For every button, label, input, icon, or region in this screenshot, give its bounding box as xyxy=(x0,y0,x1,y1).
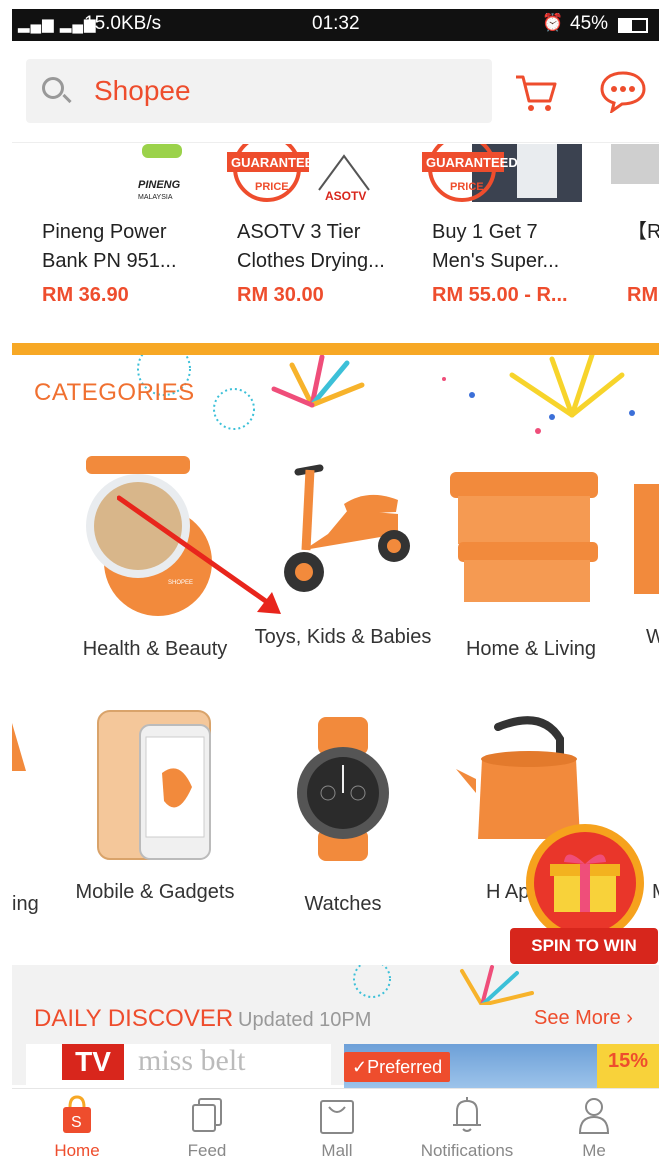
brand-logo: ASOTV xyxy=(325,189,366,203)
product-image: GUARANTEED PRICE xyxy=(422,144,582,202)
guarantee-badge: GUARANTEED xyxy=(231,155,323,170)
search-placeholder: Shopee xyxy=(94,75,191,106)
nav-mall[interactable]: Mall xyxy=(272,1089,402,1162)
product-tile[interactable]: TV miss belt xyxy=(26,1044,331,1088)
brand-logo: PINENG xyxy=(138,179,181,191)
daily-discover-updated: Updated 10PM xyxy=(238,1009,372,1031)
product-price: RM xyxy=(627,284,659,306)
category-home-living[interactable]: Home & Living xyxy=(436,454,626,684)
nav-label: Feed xyxy=(187,1141,227,1160)
feed-icon xyxy=(192,1098,222,1132)
bell-icon xyxy=(453,1097,481,1132)
battery-percent: 45% xyxy=(570,13,609,34)
status-bar: ▂▄▆ ▂▄▆ 15.0KB/s 01:32 ⏰ 45% xyxy=(12,9,659,41)
mall-bag-icon xyxy=(320,1100,354,1134)
category-label: Watches xyxy=(304,893,382,915)
fireworks-decoration xyxy=(353,965,534,1005)
product-price: RM 36.90 xyxy=(42,284,129,306)
cart-icon[interactable] xyxy=(514,73,558,113)
bottom-nav: S Home Feed Mall Notifications Me xyxy=(12,1088,659,1162)
app-screen: ▂▄▆ ▂▄▆ 15.0KB/s 01:32 ⏰ 45% Shopee PINE… xyxy=(12,9,659,1162)
annotation-arrow xyxy=(117,495,281,614)
product-price: RM 30.00 xyxy=(237,284,324,306)
nav-label: Me xyxy=(582,1141,606,1160)
product-card[interactable]: GUARANTEED PRICE ASOTV ASOTV 3 Tier Clot… xyxy=(207,144,387,344)
product-price: RM 55.00 - R... xyxy=(432,284,568,306)
daily-discover-title: DAILY DISCOVER xyxy=(34,1005,234,1032)
category-label: W xyxy=(646,626,659,648)
categories-title: CATEGORIES xyxy=(34,379,195,406)
category-mobile-gadgets[interactable]: Mobile & Gadgets xyxy=(60,709,250,939)
preferred-tag: ✓Preferred xyxy=(344,1052,451,1082)
gift-icon xyxy=(550,854,620,912)
clock: 01:32 xyxy=(312,13,360,34)
guarantee-sub: PRICE xyxy=(450,181,484,193)
brand-logo: miss belt xyxy=(138,1044,246,1077)
watch-image xyxy=(297,717,389,861)
see-more-label: See More xyxy=(534,1007,621,1029)
product-image: PINENG MALAYSIA xyxy=(138,144,182,201)
product-card[interactable]: PINENG MALAYSIA Pineng Power Bank PN 951… xyxy=(12,144,192,344)
category-watches[interactable]: Watches xyxy=(248,709,438,939)
see-more-link[interactable]: See More › xyxy=(534,1007,633,1030)
search-icon xyxy=(42,77,64,99)
daily-discover-tiles: TV miss belt ✓Preferred 15% xyxy=(26,1044,659,1088)
network-speed: 15.0KB/s xyxy=(84,13,162,34)
brand-sub: MALAYSIA xyxy=(138,194,173,201)
category-label: Mobile & Gadgets xyxy=(75,881,235,903)
guarantee-sub: PRICE xyxy=(255,181,289,193)
nav-label: Home xyxy=(54,1141,100,1160)
category-label: Toys, Kids & Babies xyxy=(254,626,432,648)
smartphone-image xyxy=(97,710,211,860)
battery-icon xyxy=(618,18,648,33)
category-partial[interactable]: ing xyxy=(12,709,60,939)
category-label: Health & Beauty xyxy=(82,638,228,660)
nav-label: Mall xyxy=(321,1141,353,1160)
nav-home[interactable]: S Home xyxy=(12,1089,142,1162)
nav-me[interactable]: Me xyxy=(529,1089,659,1162)
spin-to-win-button[interactable]: SPIN TO WIN xyxy=(510,824,658,974)
product-carousel: PINENG MALAYSIA Pineng Power Bank PN 951… xyxy=(12,144,659,344)
product-name: Pineng Power Bank PN 951... xyxy=(42,221,177,272)
product-image: GUARANTEED PRICE ASOTV xyxy=(227,144,370,203)
product-name: Buy 1 Get 7 Men's Super... xyxy=(432,221,560,272)
product-tile[interactable]: ✓Preferred 15% xyxy=(344,1044,659,1088)
product-name: ASOTV 3 Tier Clothes Drying... xyxy=(237,221,385,272)
festive-band xyxy=(12,343,659,355)
category-image xyxy=(12,723,26,771)
home-bag-icon: S xyxy=(63,1095,91,1133)
category-label: Home & Living xyxy=(465,638,597,660)
nav-label: Notifications xyxy=(420,1141,514,1160)
nav-feed[interactable]: Feed xyxy=(142,1089,272,1162)
category-partial[interactable]: W xyxy=(624,454,659,684)
tv-logo: TV xyxy=(62,1044,124,1080)
product-name: 【R CRY xyxy=(627,221,659,243)
category-image xyxy=(634,484,659,594)
app-header: Shopee xyxy=(12,41,659,143)
spin-label: SPIN TO WIN xyxy=(510,928,658,964)
svg-text:S: S xyxy=(71,1114,82,1131)
storage-containers-image xyxy=(450,472,598,602)
alarm-icon: ⏰ xyxy=(542,13,564,32)
product-image xyxy=(611,144,659,184)
person-icon xyxy=(578,1098,610,1134)
discount-badge: 15% xyxy=(597,1044,659,1088)
nav-notifications[interactable]: Notifications xyxy=(402,1089,532,1162)
search-bar[interactable]: Shopee xyxy=(26,59,492,123)
product-card[interactable]: 【R CRY RM xyxy=(597,144,659,344)
guarantee-badge: GUARANTEED xyxy=(426,155,518,170)
product-card[interactable]: GUARANTEED PRICE Buy 1 Get 7 Men's Super… xyxy=(402,144,582,344)
chevron-right-icon: › xyxy=(626,1007,633,1029)
category-label: ing xyxy=(12,893,39,915)
chat-icon[interactable] xyxy=(598,69,648,113)
